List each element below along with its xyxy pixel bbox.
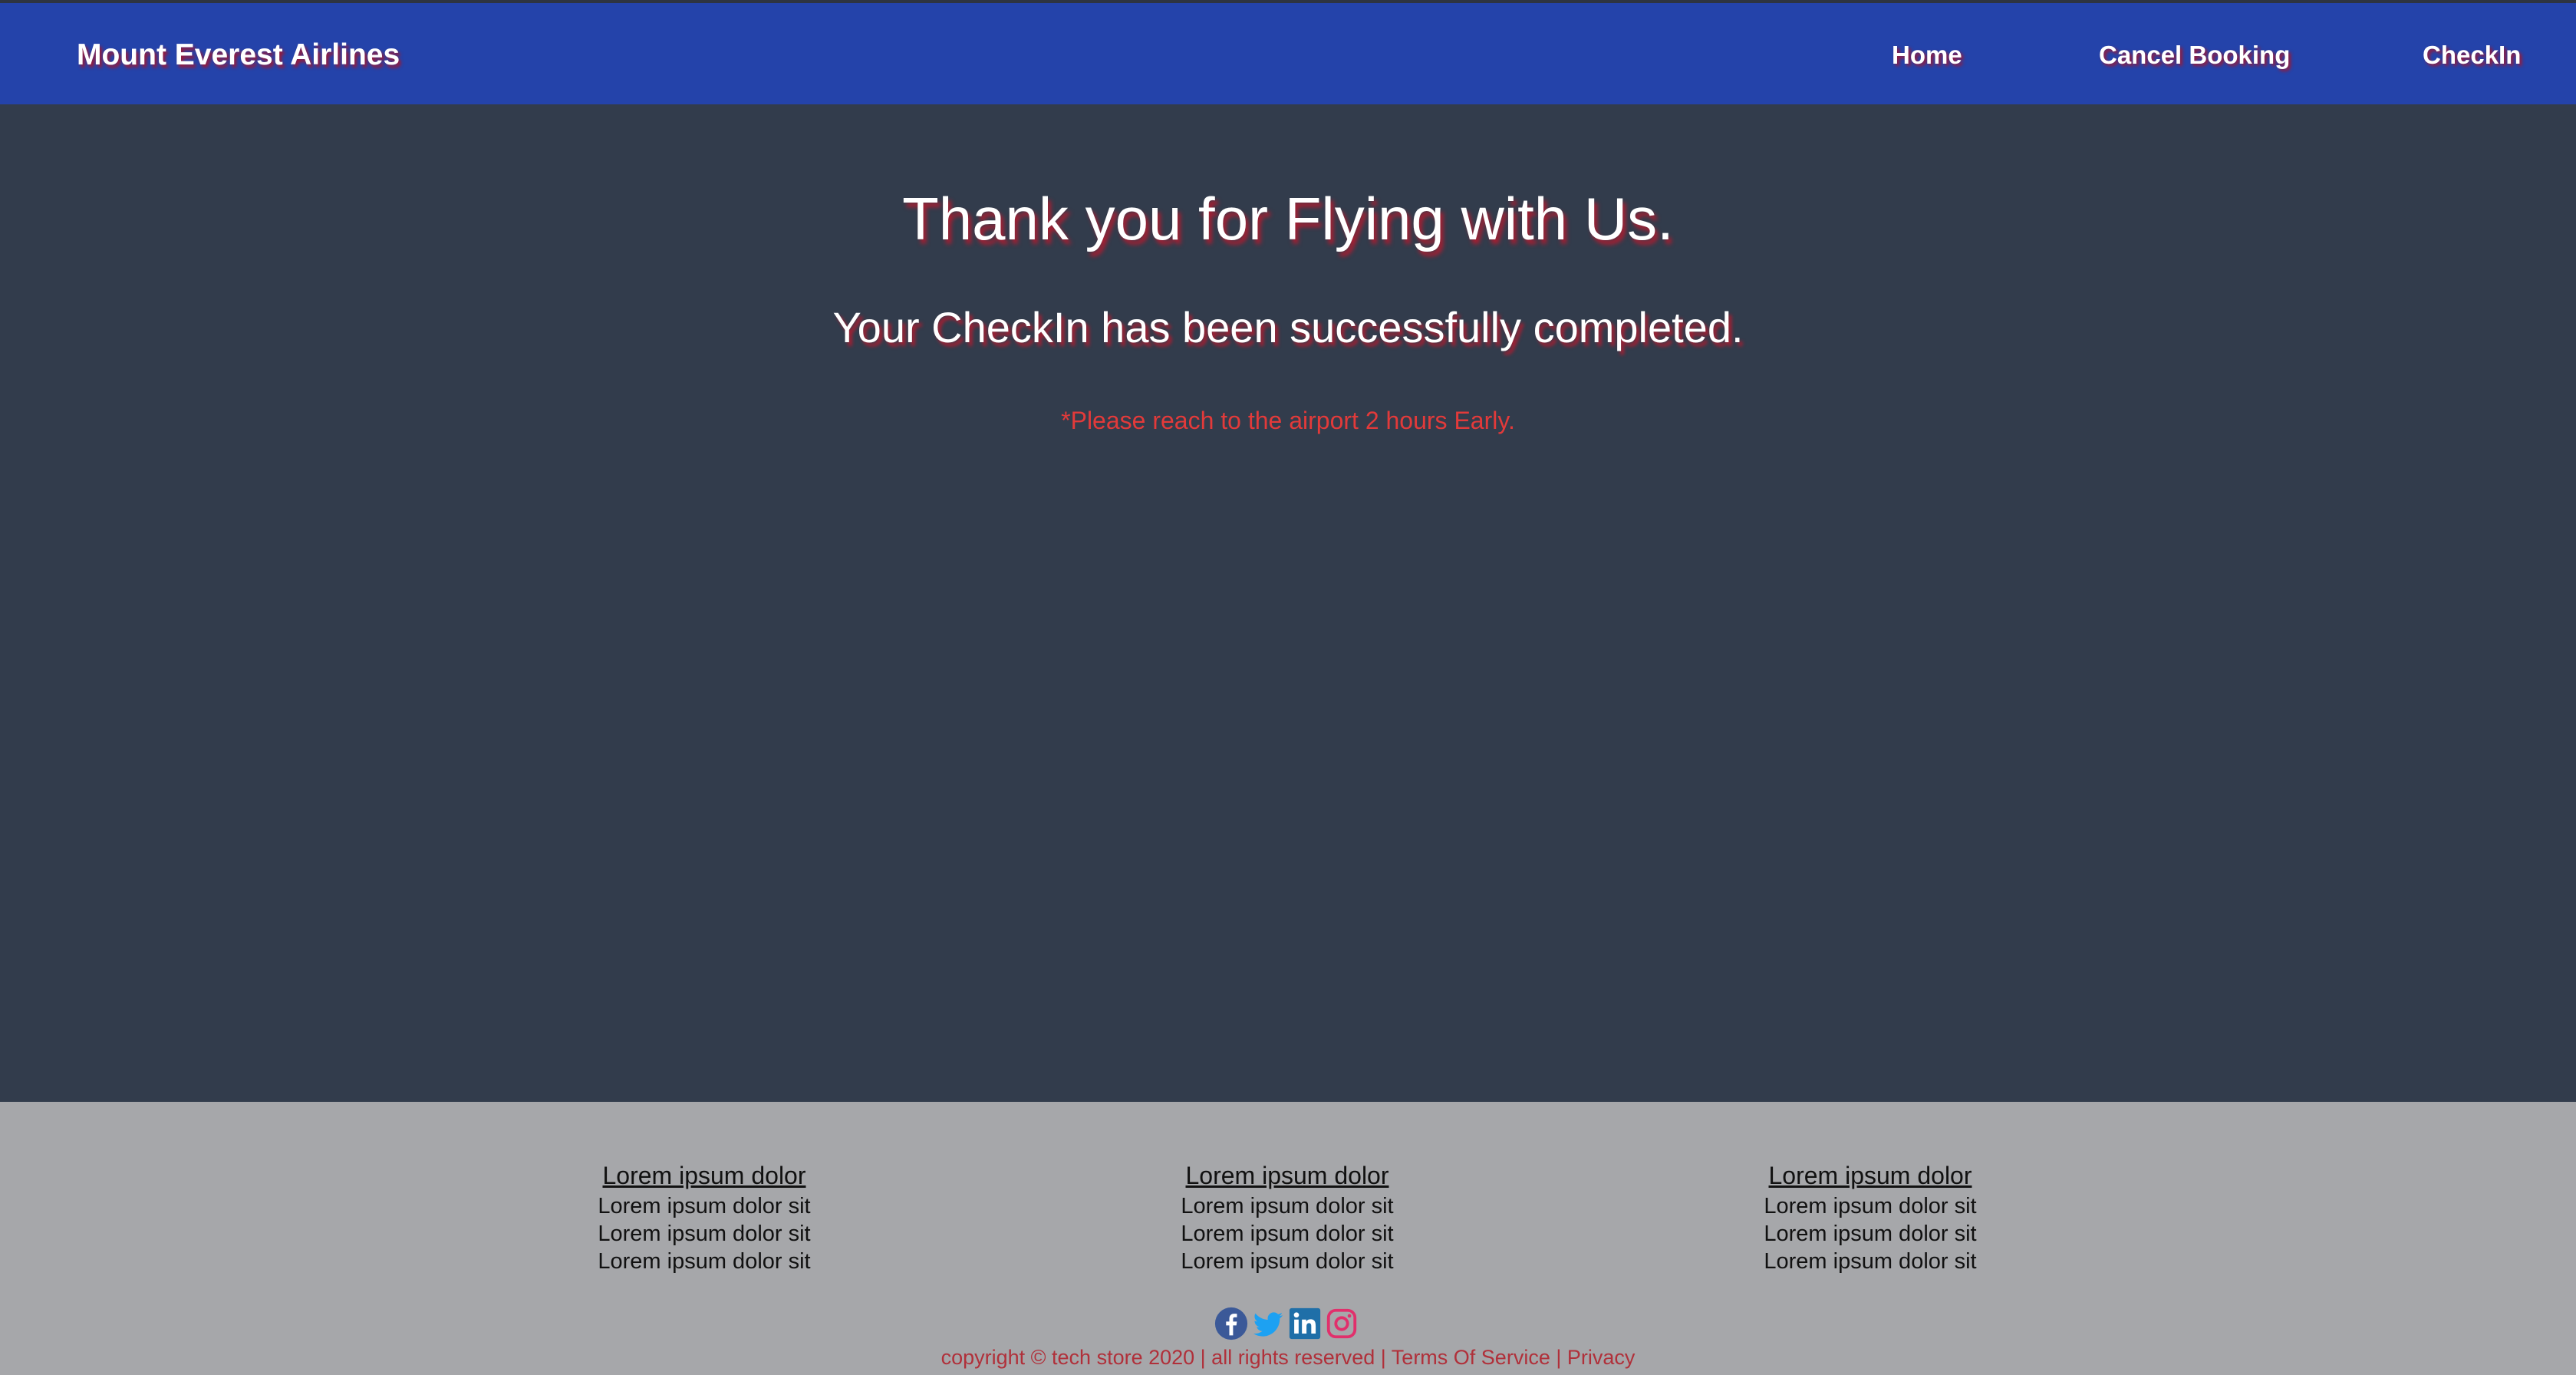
copyright-line: copyright © tech store 2020 | all rights… (0, 1346, 2576, 1370)
twitter-icon[interactable] (1250, 1306, 1286, 1341)
footer-column-item: Lorem ipsum dolor sit (598, 1249, 811, 1274)
footer-column-item: Lorem ipsum dolor sit (1181, 1222, 1394, 1246)
footer-column-title[interactable]: Lorem ipsum dolor (1095, 1159, 1479, 1192)
footer-column-item: Lorem ipsum dolor sit (1181, 1194, 1394, 1218)
footer-column-item: Lorem ipsum dolor sit (1764, 1194, 1977, 1218)
copyright-text: copyright © tech store 2020 | all rights… (940, 1346, 1386, 1369)
instagram-icon[interactable] (1324, 1306, 1359, 1341)
linkedin-icon[interactable] (1287, 1306, 1323, 1341)
nav-link-home[interactable]: Home (1892, 41, 1962, 70)
footer-column-item: Lorem ipsum dolor sit (1764, 1222, 1977, 1246)
footer-column-1: Lorem ipsum dolor Lorem ipsum dolor sit … (512, 1159, 896, 1275)
footer-column-2: Lorem ipsum dolor Lorem ipsum dolor sit … (1095, 1159, 1479, 1275)
footer-column-title[interactable]: Lorem ipsum dolor (1678, 1159, 2062, 1192)
facebook-icon[interactable] (1214, 1306, 1249, 1341)
footer-column-item: Lorem ipsum dolor sit (598, 1222, 811, 1246)
brand-logo-link[interactable]: Mount Everest Airlines (77, 38, 400, 72)
terms-of-service-link[interactable]: Terms Of Service (1392, 1346, 1550, 1369)
footer-column-title[interactable]: Lorem ipsum dolor (512, 1159, 896, 1192)
main-content: Thank you for Flying with Us. Your Check… (0, 104, 2576, 1102)
nav-link-cancel-booking[interactable]: Cancel Booking (2099, 41, 2290, 70)
footer-column-item: Lorem ipsum dolor sit (598, 1194, 811, 1218)
footer: Lorem ipsum dolor Lorem ipsum dolor sit … (0, 1102, 2576, 1375)
navbar: Mount Everest Airlines Home Cancel Booki… (0, 3, 2576, 104)
airport-arrival-note: *Please reach to the airport 2 hours Ear… (1061, 407, 1515, 434)
checkin-success-message: Your CheckIn has been successfully compl… (832, 303, 1744, 351)
nav-link-checkin[interactable]: CheckIn (2423, 41, 2521, 70)
footer-column-item: Lorem ipsum dolor sit (1764, 1249, 1977, 1274)
social-links (1214, 1306, 1359, 1341)
page-heading: Thank you for Flying with Us. (902, 185, 1674, 252)
footer-column-item: Lorem ipsum dolor sit (1181, 1249, 1394, 1274)
copyright-separator: | (1556, 1346, 1562, 1369)
privacy-link[interactable]: Privacy (1567, 1346, 1636, 1369)
footer-column-3: Lorem ipsum dolor Lorem ipsum dolor sit … (1678, 1159, 2062, 1275)
